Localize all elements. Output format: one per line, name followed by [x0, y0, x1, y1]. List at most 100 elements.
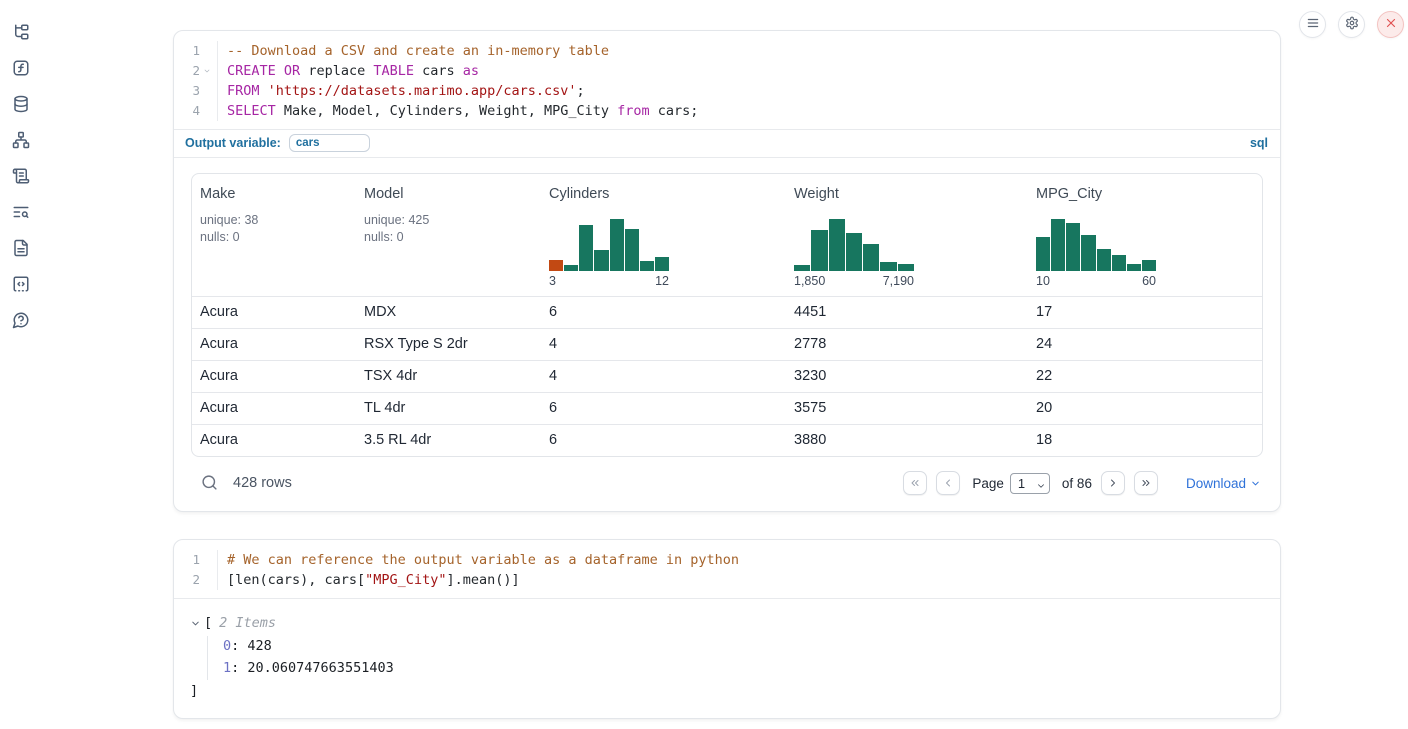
- download-button[interactable]: Download: [1186, 476, 1261, 491]
- search-icon[interactable]: [201, 474, 219, 492]
- histogram-bar[interactable]: [846, 233, 862, 271]
- next-page-button[interactable]: [1101, 471, 1125, 495]
- histogram-bar[interactable]: [610, 219, 624, 271]
- column-header-weight[interactable]: Weight1,8507,190: [786, 174, 1028, 296]
- fold-gutter: [200, 570, 214, 590]
- entry-colon: :: [231, 660, 247, 676]
- table-cell: Acura: [192, 425, 356, 456]
- histogram-bar[interactable]: [564, 265, 578, 271]
- column-header-mpg_city[interactable]: MPG_City1060: [1028, 174, 1262, 296]
- scroll-text-icon[interactable]: [12, 167, 30, 185]
- table-header-row: Makeunique: 38nulls: 0 Model unique: 425nu…: [192, 174, 1262, 296]
- token-plain: [276, 63, 284, 79]
- table-row: AcuraTL 4dr6357520: [192, 392, 1262, 424]
- table-cell: 3880: [786, 425, 1028, 456]
- menu-icon: [1306, 16, 1320, 33]
- table-cell: 22: [1028, 361, 1262, 392]
- output-variable-input[interactable]: [289, 134, 370, 152]
- fold-gutter: [200, 101, 214, 121]
- histogram-bars: [1036, 219, 1156, 271]
- table-row: AcuraMDX6445117: [192, 296, 1262, 328]
- settings-button[interactable]: [1338, 11, 1365, 38]
- histogram-bar[interactable]: [1066, 223, 1080, 271]
- language-badge: sql: [1250, 136, 1268, 150]
- histogram-bar[interactable]: [1097, 249, 1111, 271]
- collapse-chevron-icon[interactable]: [190, 618, 202, 630]
- help-bubble-icon[interactable]: [12, 311, 30, 329]
- items-count-label: 2 Items: [219, 613, 276, 635]
- histogram-max-label: 7,190: [883, 274, 914, 288]
- fold-gutter: [200, 550, 214, 570]
- stat-line: unique: 425: [364, 212, 533, 229]
- function-square-icon[interactable]: [12, 59, 30, 77]
- histogram-bar[interactable]: [1127, 264, 1141, 271]
- database-icon[interactable]: [12, 95, 30, 113]
- histogram-bar[interactable]: [880, 262, 896, 271]
- table-cell: Acura: [192, 393, 356, 424]
- close-button[interactable]: [1377, 11, 1404, 38]
- entry-value: 20.060747663551403: [247, 660, 393, 676]
- python-cell: 1# We can reference the output variable …: [173, 539, 1281, 719]
- table-cell: 18: [1028, 425, 1262, 456]
- sidebar: [0, 0, 42, 729]
- histogram-bar[interactable]: [1036, 237, 1050, 271]
- histogram-bar[interactable]: [794, 265, 810, 271]
- table-cell: 2778: [786, 329, 1028, 360]
- column-header-model[interactable]: Model unique: 425nulls: 0: [356, 174, 541, 296]
- column-name: Model: [364, 186, 533, 202]
- table-cell: 24: [1028, 329, 1262, 360]
- code-line: 4SELECT Make, Model, Cylinders, Weight, …: [174, 101, 1280, 121]
- file-tree-icon[interactable]: [12, 23, 30, 41]
- histogram-bar[interactable]: [655, 257, 669, 271]
- histogram-bar[interactable]: [579, 225, 593, 271]
- notebook: 1-- Download a CSV and create an in-memo…: [173, 0, 1281, 719]
- code-line: 1# We can reference the output variable …: [174, 550, 1280, 570]
- table-cell: 3575: [786, 393, 1028, 424]
- stat-line: nulls: 0: [364, 229, 533, 246]
- histogram-bar[interactable]: [594, 250, 608, 271]
- file-text-icon[interactable]: [12, 239, 30, 257]
- code-line: 2[len(cars), cars["MPG_City"].mean()]: [174, 570, 1280, 590]
- column-histogram: 312: [549, 219, 669, 288]
- token-plain: Make, Model, Cylinders, Weight, MPG_City: [276, 103, 617, 119]
- page-select[interactable]: 1: [1010, 473, 1050, 494]
- token-plain: [260, 83, 268, 99]
- histogram-max-label: 60: [1142, 274, 1156, 288]
- histogram-bar[interactable]: [625, 229, 639, 271]
- line-number: 1: [174, 550, 200, 570]
- histogram-bar[interactable]: [1081, 235, 1095, 271]
- histogram-bar[interactable]: [829, 219, 845, 271]
- column-header-make[interactable]: Makeunique: 38nulls: 0: [192, 174, 356, 296]
- table-cell: 17: [1028, 297, 1262, 328]
- first-page-button[interactable]: [903, 471, 927, 495]
- table-output: Makeunique: 38nulls: 0 Model unique: 425nu…: [174, 157, 1280, 511]
- table-cell: TSX 4dr: [356, 361, 541, 392]
- last-page-button[interactable]: [1134, 471, 1158, 495]
- histogram-bar[interactable]: [549, 260, 563, 271]
- menu-button[interactable]: [1299, 11, 1326, 38]
- sql-code-editor[interactable]: 1-- Download a CSV and create an in-memo…: [174, 31, 1280, 129]
- histogram-bar[interactable]: [811, 230, 827, 271]
- column-histogram: 1,8507,190: [794, 219, 914, 288]
- histogram-bar[interactable]: [863, 244, 879, 271]
- text-search-icon[interactable]: [12, 203, 30, 221]
- close-icon: [1384, 16, 1398, 33]
- histogram-bar[interactable]: [1142, 260, 1156, 271]
- histogram-bars: [549, 219, 669, 271]
- histogram-bar[interactable]: [640, 261, 654, 271]
- fold-chevron-icon[interactable]: [200, 61, 214, 81]
- table-cell: Acura: [192, 361, 356, 392]
- prev-page-button[interactable]: [936, 471, 960, 495]
- network-icon[interactable]: [12, 131, 30, 149]
- histogram-bar[interactable]: [1051, 219, 1065, 271]
- open-bracket: [: [204, 613, 212, 635]
- histogram-bar[interactable]: [1112, 255, 1126, 271]
- entry-index: 1: [223, 660, 231, 676]
- python-code-editor[interactable]: 1# We can reference the output variable …: [174, 540, 1280, 598]
- histogram-bar[interactable]: [898, 264, 914, 271]
- column-header-cylinders[interactable]: Cylinders312: [541, 174, 786, 296]
- top-right-controls: [1299, 11, 1404, 38]
- token-keyword: OR: [284, 63, 300, 79]
- list-output-header: [2 Items: [190, 613, 1264, 635]
- code-square-icon[interactable]: [12, 275, 30, 293]
